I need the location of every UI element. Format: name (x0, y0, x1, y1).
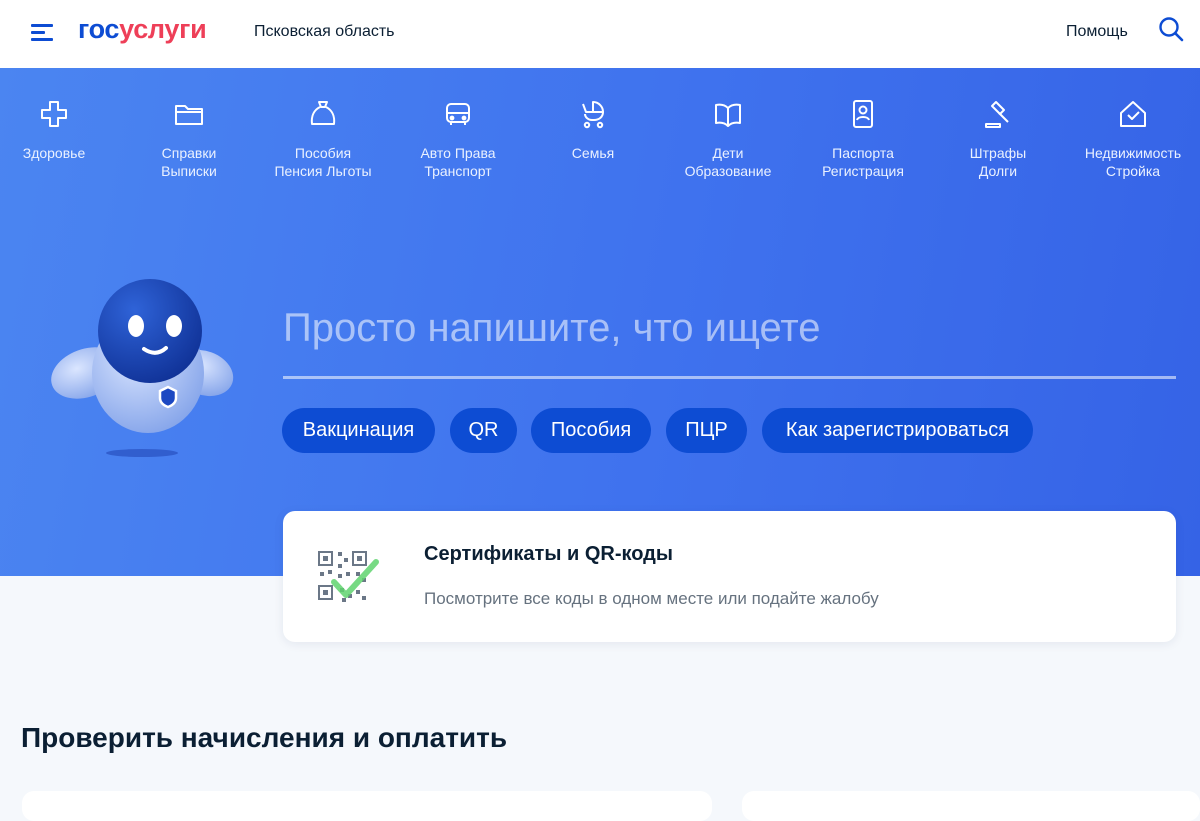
category-label: Паспорта (832, 145, 894, 161)
chip-vaccination[interactable]: Вакцинация (282, 408, 435, 453)
category-label: Авто Права (420, 145, 496, 161)
hero-section: Здоровье Справки Выписки Пособия Пенсия Ль… (0, 68, 1200, 576)
category-realty[interactable]: Недвижимость Стройка (1066, 98, 1200, 180)
category-auto[interactable]: Авто Права Транспорт (391, 98, 525, 180)
category-label-2: Выписки (161, 163, 217, 179)
category-label-2: Регистрация (822, 163, 904, 179)
category-label: Недвижимость (1084, 145, 1182, 161)
book-icon (715, 103, 741, 127)
category-certificates[interactable]: Справки Выписки (122, 98, 256, 180)
money-bag-icon (310, 101, 336, 125)
category-label: Здоровье (22, 145, 86, 161)
category-benefits[interactable]: Пособия Пенсия Льготы (256, 98, 390, 180)
top-header: госуслуги Псковская область Помощь (0, 0, 1200, 68)
payments-card-1[interactable] (22, 791, 712, 821)
search-query-placeholder[interactable]: Просто напишите, что ищете (283, 306, 821, 351)
passport-icon (853, 100, 873, 128)
category-education[interactable]: Дети Образование (661, 98, 795, 180)
category-health[interactable]: Здоровье (0, 98, 121, 162)
category-fines[interactable]: Штрафы Долги (931, 98, 1065, 180)
stroller-icon (582, 101, 604, 129)
logo-part-2: услуги (119, 14, 207, 44)
category-passports[interactable]: Паспорта Регистрация (796, 98, 930, 180)
gavel-icon (985, 101, 1009, 128)
category-label-2: Пенсия Льготы (274, 163, 372, 179)
chip-pcr[interactable]: ПЦР (666, 408, 747, 453)
category-label: Пособия (294, 145, 352, 161)
category-label-2: Долги (978, 163, 1018, 179)
card-title: Сертификаты и QR-коды (424, 543, 673, 565)
menu-burger-icon[interactable] (31, 22, 55, 42)
help-link[interactable]: Помощь (1066, 23, 1128, 41)
category-family[interactable]: Семья (526, 98, 660, 162)
category-label: Справки (161, 145, 217, 161)
qr-code-check-icon (318, 551, 379, 602)
section-title: Проверить начисления и оплатить (21, 722, 508, 753)
car-icon (446, 103, 470, 125)
folder-icon (175, 105, 203, 125)
category-label: Семья (571, 145, 615, 161)
category-label: Штрафы (969, 145, 1027, 161)
health-cross-icon (41, 101, 67, 127)
categories-bar: Здоровье Справки Выписки Пособия Пенсия Ль… (0, 98, 1200, 198)
chip-benefits[interactable]: Пособия (531, 408, 651, 453)
category-label-2: Образование (684, 163, 772, 179)
category-label-2: Транспорт (424, 163, 492, 179)
payments-card-2[interactable] (742, 791, 1200, 821)
house-icon (1120, 101, 1146, 127)
card-subtitle: Посмотрите все коды в одном месте или по… (424, 589, 879, 608)
logo-part-1: гос (78, 14, 120, 44)
search-icon[interactable] (1157, 15, 1185, 43)
category-label-2: Стройка (1105, 163, 1161, 179)
robot-assistant-icon[interactable] (46, 273, 246, 463)
chip-qr[interactable]: QR (450, 408, 517, 453)
region-selector[interactable]: Псковская область (254, 23, 395, 41)
category-label: Дети (712, 145, 744, 161)
search-underline (283, 376, 1176, 379)
certificates-qr-card[interactable]: Сертификаты и QR-коды Посмотрите все код… (283, 511, 1176, 642)
chip-how-to-register[interactable]: Как зарегистрироваться (762, 408, 1033, 453)
gosuslugi-logo[interactable]: госуслуги (78, 14, 207, 45)
